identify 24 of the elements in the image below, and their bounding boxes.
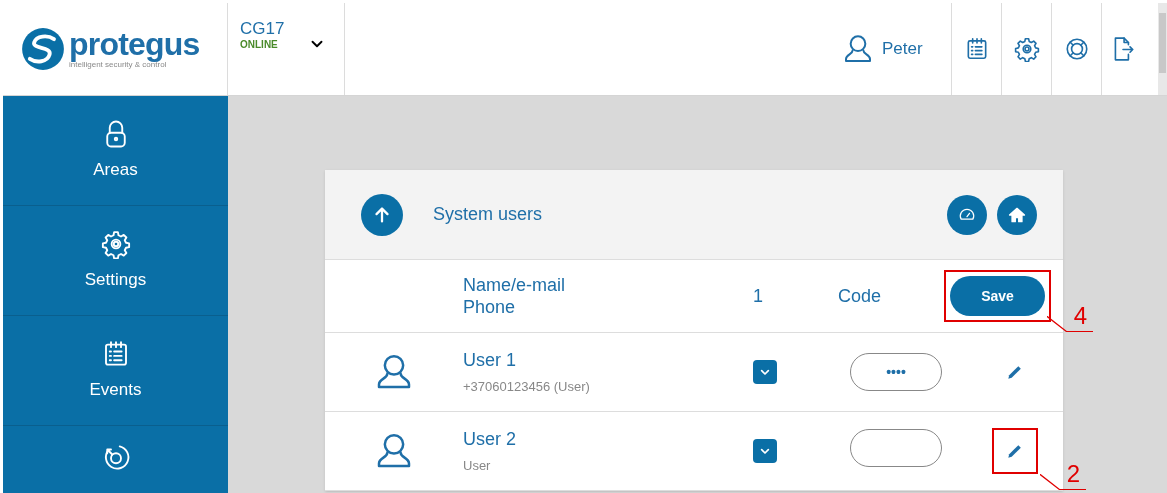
user-detail: User — [463, 457, 492, 476]
column-header: Name/e-mail Phone — [463, 274, 567, 318]
column-header: 1 — [753, 284, 764, 308]
device-selector[interactable]: CG17 ONLINE — [228, 3, 345, 95]
user-name: User 2 — [463, 428, 517, 452]
user-icon — [842, 33, 874, 65]
save-button[interactable]: Save — [950, 276, 1045, 316]
user-detail: +37060123456 (User) — [463, 378, 591, 397]
user-name: User 1 — [463, 349, 517, 373]
user-menu[interactable]: Peter — [830, 3, 952, 95]
home-button[interactable] — [997, 194, 1037, 235]
callout-number: 4 — [1073, 304, 1087, 328]
logo-wordmark: protegus — [69, 28, 200, 60]
settings-icon — [100, 228, 131, 259]
dropdown-button[interactable] — [753, 360, 777, 384]
callout-number: 2 — [1066, 462, 1080, 486]
lifebuoy-icon[interactable] — [1063, 36, 1090, 62]
settings-icon[interactable] — [1013, 36, 1040, 62]
back-button[interactable] — [361, 193, 403, 236]
dropdown-button[interactable] — [753, 439, 777, 463]
column-header: Code — [838, 284, 883, 308]
dashboard-button[interactable] — [947, 194, 987, 235]
logo-icon — [21, 27, 65, 71]
panel-title: System users — [433, 203, 544, 226]
